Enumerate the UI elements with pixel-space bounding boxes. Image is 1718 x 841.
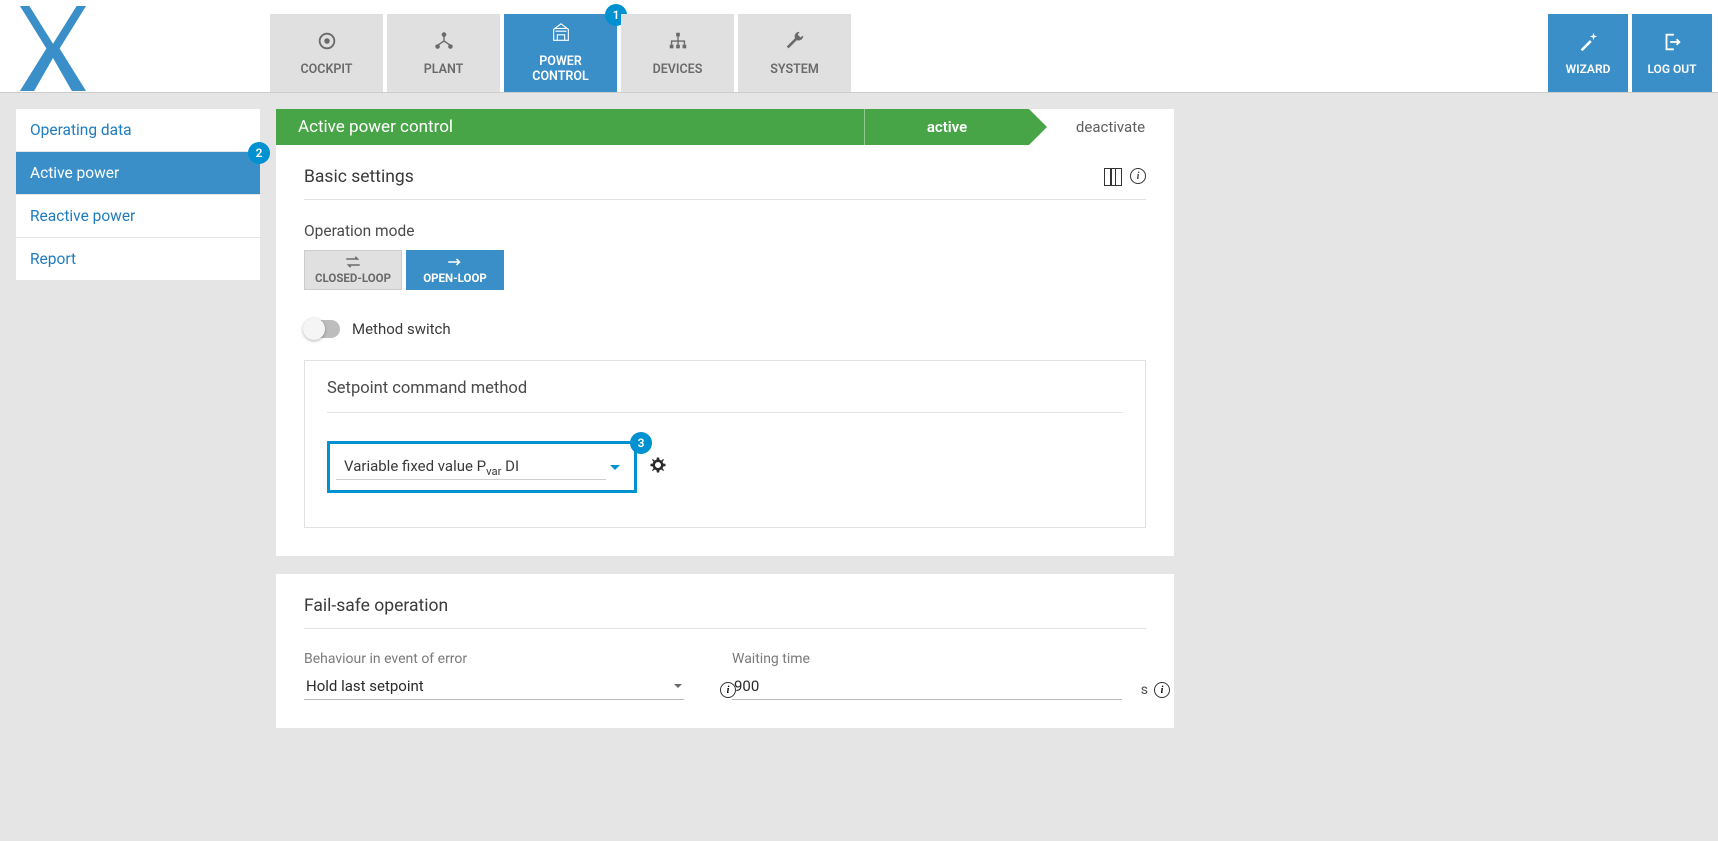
sidebar-item-report[interactable]: Report (16, 238, 260, 280)
gear-icon[interactable] (649, 456, 667, 478)
info-icon[interactable]: i (1130, 168, 1146, 184)
basic-settings-panel: Basic settings i Operation mode CLOSED-L… (276, 145, 1174, 556)
tab-label: DEVICES (653, 62, 703, 77)
deactivate-button[interactable]: deactivate (1029, 109, 1174, 145)
target-icon (316, 30, 338, 56)
button-label: WIZARD (1566, 62, 1611, 76)
waiting-time-input[interactable]: 900 (732, 673, 1122, 700)
tab-label: POWER CONTROL (532, 54, 588, 84)
nav-tabs: COCKPIT PLANT POWER CONTROL 1 DEVICES SY… (95, 0, 1548, 92)
failsafe-title: Fail-safe operation (304, 596, 448, 616)
failsafe-panel: Fail-safe operation Behaviour in event o… (276, 574, 1174, 728)
status-active[interactable]: active (864, 109, 1029, 145)
tab-label: COCKPIT (300, 62, 352, 77)
waiting-label: Waiting time (732, 651, 1142, 667)
setpoint-method-select[interactable]: Variable fixed value Pvar DI 3 (327, 441, 637, 493)
underline (336, 479, 606, 480)
behaviour-select[interactable]: Hold last setpoint (304, 673, 684, 700)
failsafe-fields: Behaviour in event of error Hold last se… (304, 651, 1146, 700)
main-content: Active power control active deactivate B… (276, 109, 1174, 746)
wrench-icon (784, 30, 806, 56)
settings-panel-icon[interactable] (1104, 168, 1122, 186)
devices-icon (667, 30, 689, 56)
waiting-column: Waiting time 900 s i (732, 651, 1142, 700)
setpoint-card: Setpoint command method Variable fixed v… (304, 360, 1146, 528)
logout-button[interactable]: LOG OUT (1632, 14, 1712, 92)
behaviour-column: Behaviour in event of error Hold last se… (304, 651, 714, 700)
sidebar-item-operating-data[interactable]: Operating data (16, 109, 260, 151)
tab-label: PLANT (424, 62, 464, 77)
panel-title-row: Fail-safe operation (304, 596, 1146, 629)
wand-icon (1577, 31, 1599, 56)
behaviour-label: Behaviour in event of error (304, 651, 714, 667)
closed-loop-button[interactable]: CLOSED-LOOP (304, 250, 402, 290)
tab-devices[interactable]: DEVICES (621, 14, 734, 92)
panel-icons: i (1104, 168, 1146, 186)
operation-mode-toggle: CLOSED-LOOP OPEN-LOOP (304, 250, 1146, 290)
sidebar: Operating data Active power 2 Reactive p… (16, 109, 260, 281)
button-label: LOG OUT (1647, 62, 1696, 76)
setpoint-select-row: Variable fixed value Pvar DI 3 (327, 441, 1123, 493)
method-switch-toggle[interactable] (304, 320, 340, 338)
content: Operating data Active power 2 Reactive p… (0, 93, 1718, 762)
chevron-down-icon (610, 465, 620, 470)
chevron-down-icon (674, 684, 682, 688)
top-bar: COCKPIT PLANT POWER CONTROL 1 DEVICES SY… (0, 0, 1718, 93)
info-icon[interactable]: i (1154, 682, 1170, 698)
select-value: Variable fixed value Pvar DI (344, 457, 519, 478)
open-loop-button[interactable]: OPEN-LOOP (406, 250, 504, 290)
top-actions: WIZARD LOG OUT (1548, 0, 1718, 92)
tab-label: SYSTEM (770, 62, 819, 77)
setpoint-title: Setpoint command method (327, 379, 1123, 413)
button-label: CLOSED-LOOP (315, 271, 391, 285)
step-badge-2: 2 (248, 142, 270, 164)
arrow-right-icon (446, 256, 464, 271)
logout-icon (1661, 31, 1683, 56)
wizard-button[interactable]: WIZARD (1548, 14, 1628, 92)
plant-icon (433, 30, 455, 56)
logo (0, 0, 95, 92)
waiting-unit: s (1141, 682, 1148, 698)
panel-title-row: Basic settings i (304, 167, 1146, 200)
select-value: Hold last setpoint (306, 677, 424, 695)
step-badge-3: 3 (630, 432, 652, 454)
loop-icon (344, 256, 362, 271)
tab-cockpit[interactable]: COCKPIT (270, 14, 383, 92)
tab-plant[interactable]: PLANT (387, 14, 500, 92)
tab-system[interactable]: SYSTEM (738, 14, 851, 92)
sidebar-item-active-power[interactable]: Active power 2 (16, 152, 260, 194)
method-switch-label: Method switch (352, 320, 451, 338)
input-value: 900 (734, 677, 759, 695)
method-switch-row: Method switch (304, 320, 1146, 338)
sidebar-item-reactive-power[interactable]: Reactive power (16, 195, 260, 237)
button-label: OPEN-LOOP (423, 271, 487, 285)
power-control-icon (550, 22, 572, 48)
operation-mode-label: Operation mode (304, 222, 1146, 240)
sidebar-item-label: Active power (30, 164, 119, 182)
tab-power-control[interactable]: POWER CONTROL 1 (504, 14, 617, 92)
panel-header-title: Active power control (276, 109, 864, 145)
panel-header: Active power control active deactivate (276, 109, 1174, 145)
panel-title: Basic settings (304, 167, 414, 187)
